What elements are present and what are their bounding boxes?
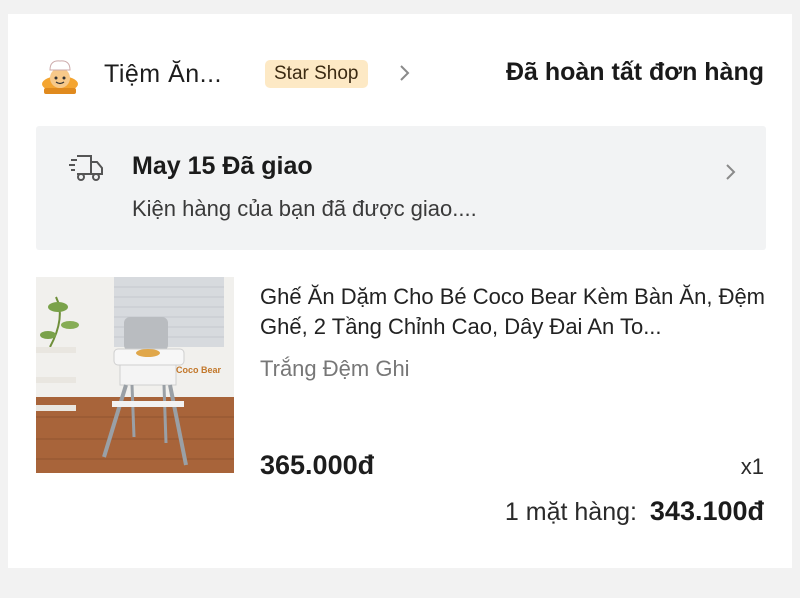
delivery-status-panel[interactable]: May 15 Đã giao Kiện hàng của bạn đã được… xyxy=(36,126,766,250)
product-variant: Trắng Đệm Ghi xyxy=(260,356,410,381)
chevron-right-icon[interactable] xyxy=(398,61,412,85)
shop-header[interactable]: Tiệm Ăn... Star Shop Đã hoàn tất đơn hàn… xyxy=(8,52,792,100)
star-shop-badge: Star Shop xyxy=(265,60,368,88)
product-image[interactable]: Coco Bear xyxy=(36,277,234,473)
delivery-subtitle: Kiện hàng của bạn đã được giao.... xyxy=(132,196,477,221)
product-image-brand-text: Coco Bear xyxy=(176,365,222,375)
product-name[interactable]: Ghế Ăn Dặm Cho Bé Coco Bear Kèm Bàn Ăn, … xyxy=(260,282,770,342)
shop-name[interactable]: Tiệm Ăn... xyxy=(104,60,222,89)
order-status: Đã hoàn tất đơn hàng xyxy=(505,58,764,86)
chevron-right-icon[interactable] xyxy=(724,160,738,184)
delivery-truck-icon xyxy=(68,150,104,186)
order-total: 343.100đ xyxy=(649,496,764,526)
order-card: Tiệm Ăn... Star Shop Đã hoàn tất đơn hàn… xyxy=(8,14,792,568)
product-quantity: x1 xyxy=(740,454,764,479)
item-count-label: 1 mặt hàng: xyxy=(504,498,637,526)
product-price: 365.000đ xyxy=(260,450,375,480)
order-total-row: 1 mặt hàng: 343.100đ xyxy=(505,496,764,527)
delivery-title: May 15 Đã giao xyxy=(132,152,313,180)
chef-logo-icon xyxy=(38,54,82,98)
